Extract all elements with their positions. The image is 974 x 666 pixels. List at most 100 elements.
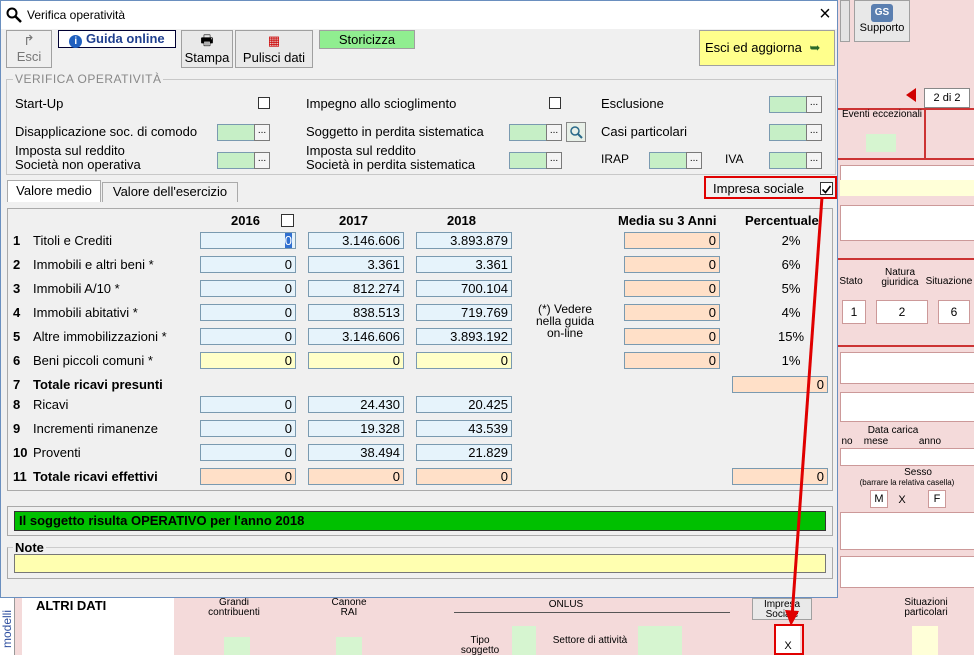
grandi-box[interactable] [224,637,250,655]
background-button-partial[interactable] [840,0,850,42]
row-5-2016-input[interactable]: 0 [200,328,296,345]
disapplicazione-dots-button[interactable]: ... [254,124,270,141]
tipo-soggetto-box[interactable] [512,626,536,655]
row-1-media: 0 [624,232,720,249]
prev-page-icon[interactable] [906,88,916,102]
row-11-label: 11 Totale ricavi effettivi [13,469,158,484]
row-4-2017-input[interactable]: 838.513 [308,304,404,321]
row-2-2016-input[interactable]: 0 [200,256,296,273]
row-6-2017-input[interactable]: 0 [308,352,404,369]
canone-box[interactable] [336,637,362,655]
row-4-label: 4 Immobili abitativi * [13,305,138,320]
row-10-2016-input[interactable]: 0 [200,444,296,461]
row-1-2016-input[interactable]: 0 [200,232,296,249]
row-9-2018-input[interactable]: 43.539 [416,420,512,437]
row-10-2017-input[interactable]: 38.494 [308,444,404,461]
row-2-2018-input[interactable]: 3.361 [416,256,512,273]
supporto-icon: GS [871,4,893,22]
note-input[interactable] [14,554,826,573]
row-9-2017-input[interactable]: 19.328 [308,420,404,437]
esci-button[interactable]: ↱ Esci [6,30,52,68]
bg-field[interactable] [840,205,974,241]
row-2-pct: 6% [781,257,801,272]
guida-online-button[interactable]: i Guida online [58,30,176,48]
bg-field[interactable] [840,556,974,588]
esci-aggiorna-button[interactable]: Esci ed aggiorna ➥ [699,30,835,66]
settore-box[interactable] [638,626,682,655]
onlus-label: ONLUS [548,599,584,610]
row-3-2017-input[interactable]: 812.274 [308,280,404,297]
data-carica-field[interactable] [840,448,974,466]
disapplicazione-field[interactable] [217,124,255,141]
impegno-checkbox[interactable] [549,97,561,109]
bg-field-yellow[interactable] [840,180,974,196]
sesso-f-box[interactable]: F [928,490,946,508]
bg-field[interactable] [840,352,974,384]
guida-note: (*) Vedere nella guida on-line [535,302,595,340]
bg-field[interactable] [840,512,974,550]
bg-field[interactable] [840,165,974,181]
imposta-perdita-label: Imposta sul reddito Società in perdita s… [306,143,476,172]
canone-label: Canone RAI [331,597,367,618]
esclusione-dots-button[interactable]: ... [806,96,822,113]
imposta-non-op-dots-button[interactable]: ... [254,152,270,169]
supporto-button[interactable]: GS Supporto [854,0,910,42]
start-up-checkbox[interactable] [258,97,270,109]
imposta-non-op-field[interactable] [217,152,255,169]
col-2016-checkbox[interactable] [281,214,294,227]
row-11-2017: 0 [308,468,404,485]
casi-dots-button[interactable]: ... [806,124,822,141]
imposta-perdita-field[interactable] [509,152,547,169]
situazione-box[interactable]: 6 [938,300,970,324]
row-3-2016-input[interactable]: 0 [200,280,296,297]
perdita-field[interactable] [509,124,547,141]
esclusione-field[interactable] [769,96,807,113]
tipo-soggetto-label: Tipo soggetto [460,635,500,656]
storicizza-button[interactable]: Storicizza [319,30,415,49]
row-1-2017-input[interactable]: 3.146.606 [308,232,404,249]
stato-box[interactable]: 1 [842,300,866,324]
col-media: Media su 3 Anni [618,213,717,228]
altri-dati-title: ALTRI DATI [36,598,107,613]
row-4-2016-input[interactable]: 0 [200,304,296,321]
row-8-2017-input[interactable]: 24.430 [308,396,404,413]
tab-valore-medio[interactable]: Valore medio [7,180,101,202]
row-1-2018-input[interactable]: 3.893.879 [416,232,512,249]
row-3-media: 0 [624,280,720,297]
row-4-2018-input[interactable]: 719.769 [416,304,512,321]
row-3-label: 3 Immobili A/10 * [13,281,120,296]
imposta-perdita-dots-button[interactable]: ... [546,152,562,169]
perdita-search-button[interactable] [566,122,586,142]
row-2-media: 0 [624,256,720,273]
row-5-2017-input[interactable]: 3.146.606 [308,328,404,345]
natura-box[interactable]: 2 [876,300,928,324]
row-2-2017-input[interactable]: 3.361 [308,256,404,273]
tab-valore-esercizio[interactable]: Valore dell'esercizio [102,182,238,202]
row-9-2016-input[interactable]: 0 [200,420,296,437]
stampa-button[interactable]: 🖶 Stampa [181,30,233,68]
col-2016: 2016 [231,213,260,228]
irap-field[interactable] [649,152,687,169]
bg-line [924,108,926,158]
row-5-2018-input[interactable]: 3.893.192 [416,328,512,345]
sesso-m-box[interactable]: M [870,490,888,508]
row-10-2018-input[interactable]: 21.829 [416,444,512,461]
close-button[interactable]: × [813,3,837,27]
row-8-2016-input[interactable]: 0 [200,396,296,413]
zoom-icon [570,126,583,139]
irap-dots-button[interactable]: ... [686,152,702,169]
perdita-dots-button[interactable]: ... [546,124,562,141]
row-6-2016-input[interactable]: 0 [200,352,296,369]
impresa-sociale-bg-button[interactable]: Impresa Sociale [752,598,812,620]
pulisci-dati-button[interactable]: ▦ Pulisci dati [235,30,313,68]
bg-field[interactable] [840,392,974,422]
row-8-2018-input[interactable]: 20.425 [416,396,512,413]
iva-field[interactable] [769,152,807,169]
iva-dots-button[interactable]: ... [806,152,822,169]
eventi-box[interactable] [866,134,896,152]
info-icon: i [69,35,83,48]
row-6-2018-input[interactable]: 0 [416,352,512,369]
situazioni-box[interactable] [912,626,938,655]
casi-field[interactable] [769,124,807,141]
row-3-2018-input[interactable]: 700.104 [416,280,512,297]
